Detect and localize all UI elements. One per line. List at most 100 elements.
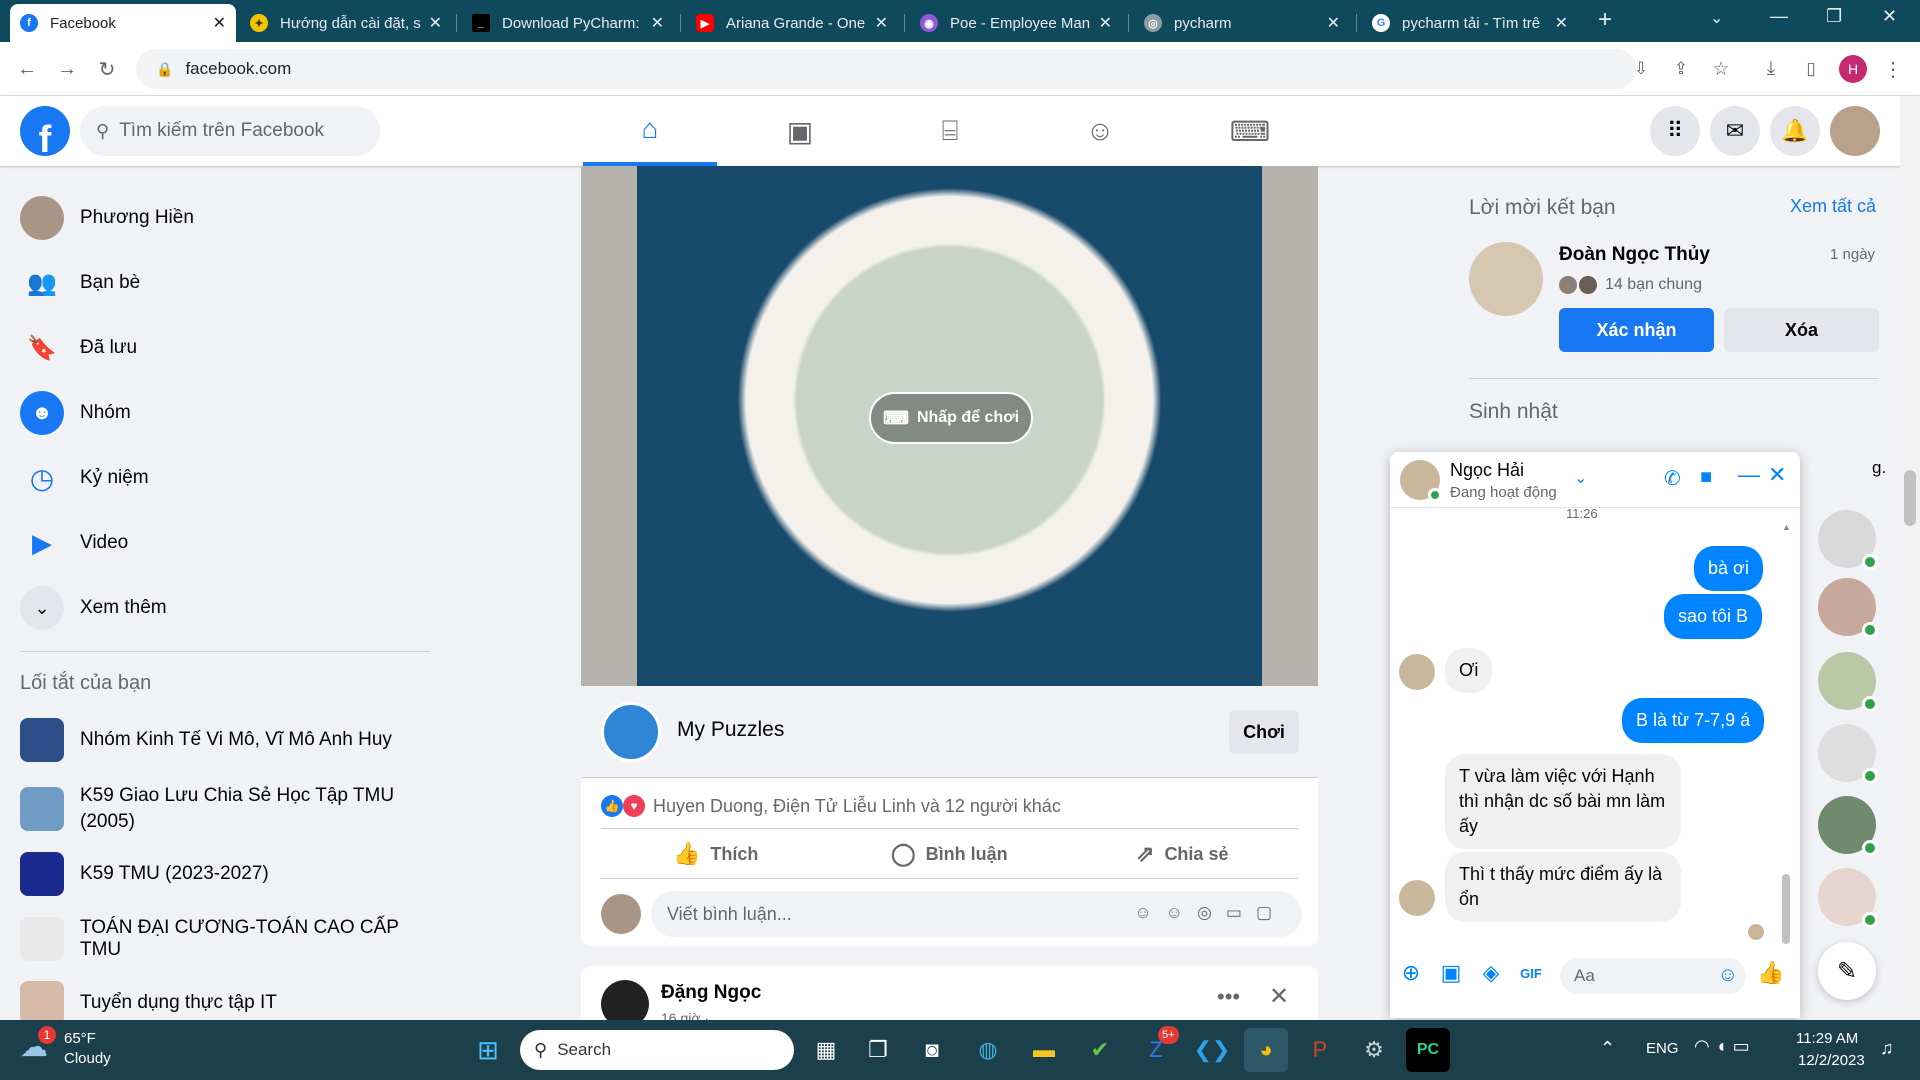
clock-date[interactable]: 12/2/2023: [1798, 1052, 1865, 1069]
new-tab-button[interactable]: +: [1598, 6, 1612, 34]
menu-grid-button[interactable]: ⠿: [1650, 106, 1700, 156]
language-indicator[interactable]: ENG: [1646, 1040, 1679, 1057]
nav-marketplace-tab[interactable]: ⌸: [883, 96, 1017, 166]
clock-time[interactable]: 11:29 AM: [1796, 1030, 1858, 1047]
facebook-logo[interactable]: f: [20, 106, 70, 156]
shortcut-item[interactable]: Nhóm Kinh Tế Vi Mô, Vĩ Mô Anh Huy: [20, 710, 430, 770]
close-tab-icon[interactable]: ✕: [1327, 13, 1340, 33]
task-view-icon[interactable]: ❐: [856, 1028, 900, 1072]
close-tab-icon[interactable]: ✕: [651, 13, 664, 33]
address-bar[interactable]: 🔒 facebook.com: [136, 49, 1636, 89]
close-chat-icon[interactable]: ✕: [1768, 462, 1786, 488]
account-avatar[interactable]: [1830, 106, 1880, 156]
confirm-button[interactable]: Xác nhận: [1559, 308, 1714, 352]
system-tray-icons[interactable]: ◠◖▭: [1694, 1036, 1756, 1057]
sidebar-item-memories[interactable]: ◷ Kỷ niệm: [20, 448, 430, 508]
share-icon[interactable]: ⇪: [1664, 52, 1698, 86]
tab-facebook[interactable]: f Facebook ✕: [10, 4, 236, 42]
nav-groups-tab[interactable]: ☺: [1033, 96, 1167, 166]
comment-tools-icons[interactable]: ☺☺◎▭▢: [1134, 903, 1286, 923]
shortcut-item[interactable]: TOÁN ĐẠI CƯƠNG-TOÁN CAO CẤP TMU: [20, 909, 430, 969]
page-scrollbar-thumb[interactable]: [1904, 470, 1916, 526]
tab-youtube[interactable]: ▶ Ariana Grande - One ✕: [686, 4, 898, 42]
minimize-chat-icon[interactable]: —: [1738, 462, 1760, 488]
shortcut-item[interactable]: K59 Giao Lưu Chia Sẻ Học Tập TMU (2005): [20, 778, 430, 840]
contact-bubble[interactable]: [1818, 868, 1878, 928]
chat-message-input[interactable]: Aa ☺: [1560, 958, 1746, 994]
play-game-button[interactable]: ⌨ Nhấp để chơi: [869, 392, 1033, 444]
page-scrollbar[interactable]: [1900, 96, 1920, 1020]
powerpoint-icon[interactable]: P: [1298, 1028, 1342, 1072]
side-panel-icon[interactable]: ▯: [1794, 52, 1828, 86]
nav-video-tab[interactable]: ▣: [733, 96, 867, 166]
tab-google-search[interactable]: G pycharm tải - Tìm trê ✕: [1362, 4, 1578, 42]
taskbar-search[interactable]: ⚲ Search: [520, 1030, 794, 1070]
nav-gaming-tab[interactable]: ⌨: [1183, 96, 1317, 166]
close-tab-icon[interactable]: ✕: [1555, 13, 1568, 33]
sidebar-item-video[interactable]: ▶ Video: [20, 513, 430, 573]
minimize-window-button[interactable]: —: [1770, 6, 1788, 27]
close-icon[interactable]: ✕: [1269, 982, 1289, 1011]
add-attachment-icon[interactable]: ⊕: [1396, 958, 1426, 988]
close-window-button[interactable]: ✕: [1882, 6, 1897, 27]
thumbs-up-send-icon[interactable]: 👍: [1756, 958, 1786, 988]
tab-poe[interactable]: ◉ Poe - Employee Man ✕: [910, 4, 1122, 42]
shortcut-item[interactable]: K59 TMU (2023-2027): [20, 844, 430, 904]
tab-download-pycharm[interactable]: _ Download PyCharm: ✕: [462, 4, 674, 42]
requester-name[interactable]: Đoàn Ngọc Thủy: [1559, 244, 1710, 266]
sidebar-item-saved[interactable]: 🔖 Đã lưu: [20, 318, 430, 378]
chrome-menu-icon[interactable]: ⋮: [1876, 52, 1910, 86]
new-message-button[interactable]: ✎: [1818, 942, 1876, 1000]
share-button[interactable]: ⇗ Chia sẻ: [1136, 832, 1228, 876]
reload-icon[interactable]: ↻: [90, 52, 124, 86]
install-app-icon[interactable]: ⇩: [1624, 52, 1658, 86]
nav-home-tab[interactable]: ⌂: [583, 96, 717, 166]
contact-bubble[interactable]: [1818, 510, 1878, 570]
chat-contact-name[interactable]: Ngọc Hải: [1450, 460, 1524, 481]
profile-avatar-button[interactable]: H: [1836, 52, 1870, 86]
messenger-button[interactable]: ✉: [1710, 106, 1760, 156]
notifications-button[interactable]: 🔔: [1770, 106, 1820, 156]
notification-bell-icon[interactable]: ♫: [1880, 1038, 1894, 1059]
tab-search-chevron-icon[interactable]: ⌄: [1710, 8, 1723, 28]
bookmark-star-icon[interactable]: ☆: [1704, 52, 1738, 86]
chat-options-chevron-icon[interactable]: ⌄: [1574, 468, 1587, 488]
close-tab-icon[interactable]: ✕: [1099, 13, 1112, 33]
vscode-icon[interactable]: ❮❯: [1190, 1028, 1234, 1072]
settings-gear-icon[interactable]: ⚙: [1352, 1028, 1396, 1072]
contact-bubble[interactable]: [1818, 796, 1878, 856]
restore-window-button[interactable]: ❐: [1826, 6, 1842, 27]
sidebar-item-see-more[interactable]: ⌄ Xem thêm: [20, 578, 430, 638]
gif-icon[interactable]: GIF: [1516, 958, 1546, 988]
tab-pycharm[interactable]: ◎ pycharm ✕: [1134, 4, 1350, 42]
sticker-icon[interactable]: ◈: [1476, 958, 1506, 988]
sidebar-item-profile[interactable]: Phương Hiền: [20, 188, 430, 248]
file-explorer-icon[interactable]: ▬: [1022, 1028, 1066, 1072]
chrome-icon[interactable]: ◕: [1244, 1028, 1288, 1072]
comment-button[interactable]: ◯ Bình luận: [891, 832, 1008, 876]
forward-arrow-icon[interactable]: →: [50, 52, 84, 86]
see-all-link[interactable]: Xem tất cả: [1790, 196, 1876, 217]
scroll-up-arrow-icon[interactable]: ▲: [1782, 522, 1791, 532]
comment-input[interactable]: Viết bình luận... ☺☺◎▭▢: [651, 891, 1302, 937]
more-options-icon[interactable]: •••: [1217, 984, 1240, 1010]
back-arrow-icon[interactable]: ←: [10, 52, 44, 86]
reactions-summary[interactable]: 👍 ♥ Huyen Duong, Điện Tử Liễu Linh và 12…: [601, 786, 1061, 826]
like-button[interactable]: 👍 Thích: [673, 832, 758, 876]
windows-start-icon[interactable]: ⊞: [466, 1028, 510, 1072]
close-tab-icon[interactable]: ✕: [875, 13, 888, 33]
facebook-search-input[interactable]: ⚲ Tìm kiếm trên Facebook: [80, 106, 380, 156]
post-author[interactable]: Đặng Ngọc: [661, 982, 761, 1004]
close-tab-icon[interactable]: ✕: [429, 13, 442, 33]
chat-scrollbar[interactable]: ▲: [1780, 514, 1792, 944]
phone-icon[interactable]: ✆: [1664, 466, 1681, 491]
taskbar-app-icon[interactable]: ▦: [804, 1028, 848, 1072]
sidebar-item-groups[interactable]: ☻ Nhóm: [20, 383, 430, 443]
contact-bubble[interactable]: [1818, 578, 1878, 638]
play-button[interactable]: Chơi: [1229, 710, 1299, 754]
sidebar-item-friends[interactable]: 👥 Bạn bè: [20, 253, 430, 313]
contact-bubble[interactable]: [1818, 724, 1878, 784]
meet-icon[interactable]: ◙: [910, 1028, 954, 1072]
scrollbar-thumb[interactable]: [1782, 874, 1790, 944]
edge-icon[interactable]: ◍: [966, 1028, 1010, 1072]
